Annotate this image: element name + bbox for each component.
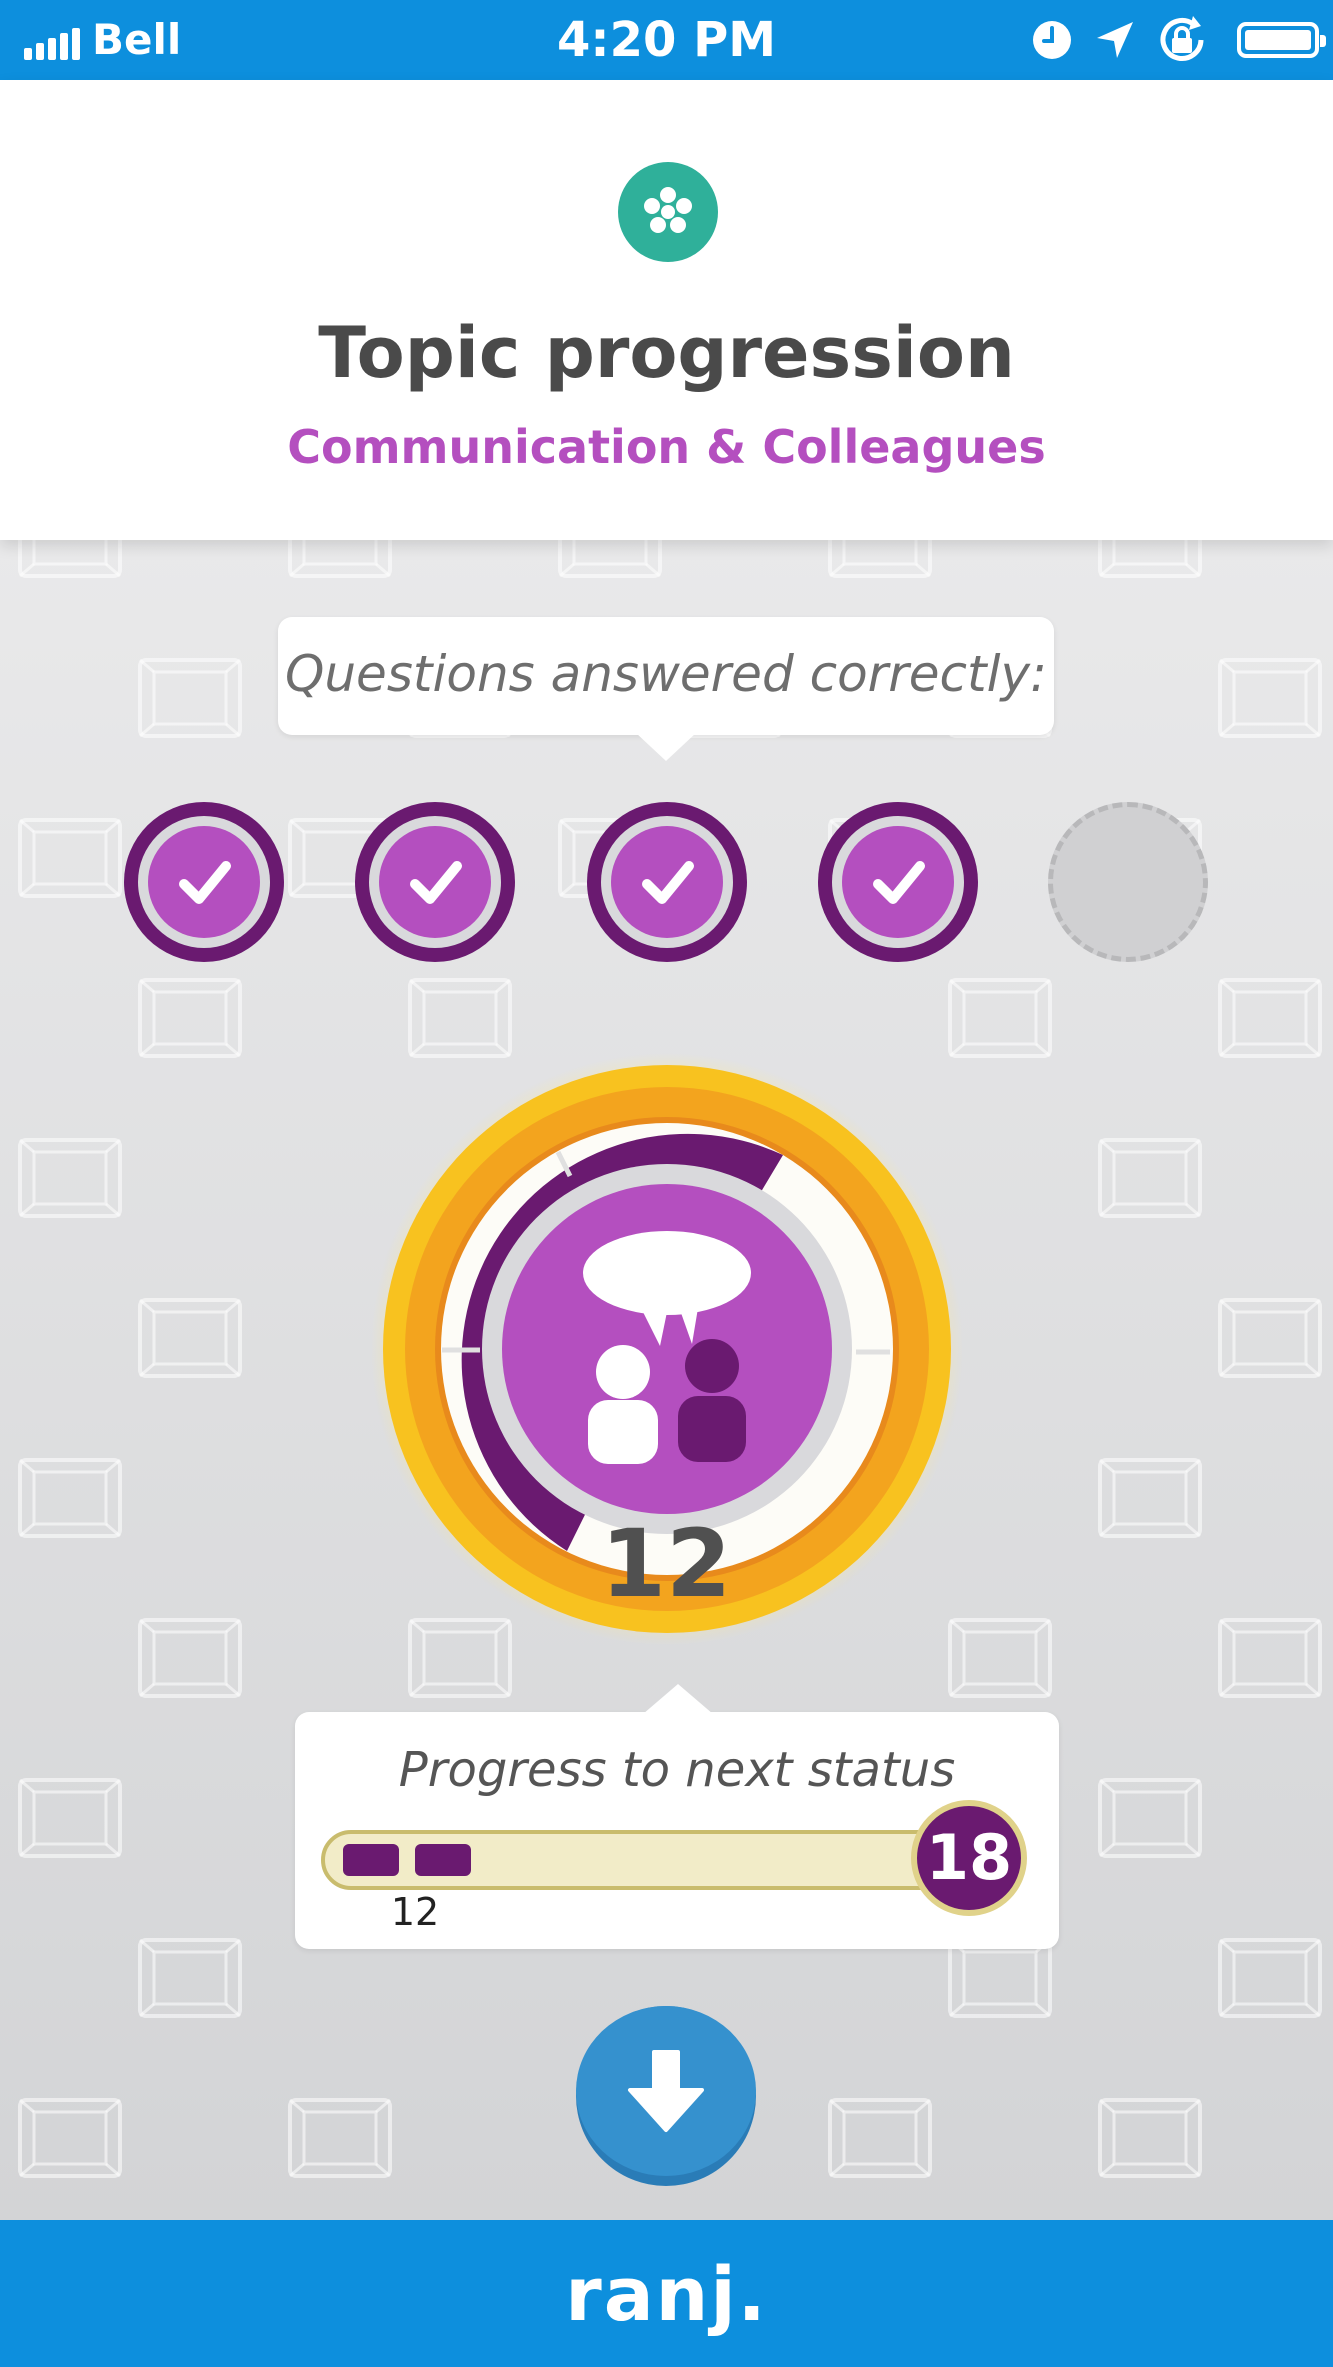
footer: ranj.	[0, 2220, 1333, 2367]
topic-count: 12	[600, 1510, 732, 1619]
progress-target: 18	[911, 1800, 1027, 1916]
location-arrow-icon	[1097, 22, 1133, 58]
answer-unanswered-5	[1048, 802, 1208, 962]
bubble-pointer	[636, 733, 696, 761]
check-icon	[873, 861, 925, 904]
answer-correct-2	[355, 802, 515, 962]
page-title: Topic progression	[318, 312, 1015, 394]
bubble-pointer	[643, 1684, 713, 1714]
down-arrow-icon	[628, 2050, 704, 2132]
ranj-logo: ranj.	[565, 2252, 768, 2338]
check-icon	[179, 861, 231, 904]
progress-segment	[415, 1844, 471, 1876]
answer-correct-1	[124, 802, 284, 962]
questions-label: Questions answered correctly:	[285, 645, 1047, 703]
topic-icon	[618, 162, 718, 262]
progress-segment	[343, 1844, 399, 1876]
progress-bar	[321, 1830, 961, 1890]
status-bar: Bell 4:20 PM	[0, 0, 1333, 80]
header-card: Topic progression Communication & Collea…	[0, 80, 1333, 540]
check-icon	[642, 861, 694, 904]
answer-correct-3	[587, 802, 747, 962]
next-button[interactable]	[576, 2006, 756, 2186]
progress-label: Progress to next status	[398, 1742, 956, 1798]
status-bar-right	[1031, 14, 1326, 66]
questions-label-bubble: Questions answered correctly:	[278, 617, 1054, 761]
progress-current: 12	[390, 1890, 440, 1934]
answer-correct-4	[818, 802, 978, 962]
progress-bubble: Progress to next status 12 18	[295, 1684, 1059, 1949]
rotation-lock-icon	[1160, 16, 1204, 61]
battery-icon	[1237, 22, 1326, 58]
clock-icon	[1033, 21, 1071, 59]
topic-subtitle: Communication & Colleagues	[287, 420, 1046, 474]
check-icon	[410, 861, 462, 904]
